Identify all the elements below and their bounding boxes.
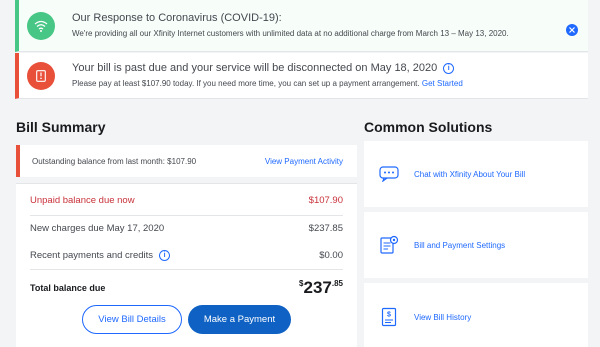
bill-summary-card: Unpaid balance due now $107.90 New charg… bbox=[16, 183, 357, 347]
payments-credits-value: $0.00 bbox=[319, 250, 343, 261]
chat-icon bbox=[379, 164, 399, 184]
svg-text:$: $ bbox=[387, 312, 391, 319]
total-balance-label: Total balance due bbox=[30, 283, 106, 293]
solution-label-chat: Chat with Xfinity About Your Bill bbox=[414, 169, 526, 179]
bill-settings-icon bbox=[379, 235, 399, 255]
past-due-alert-body: Please pay at least $107.90 today. If yo… bbox=[72, 79, 420, 88]
solution-card-bill-settings[interactable]: Bill and Payment Settings bbox=[364, 212, 588, 278]
solution-card-bill-history[interactable]: $ View Bill History bbox=[364, 283, 588, 347]
get-started-link[interactable]: Get Started bbox=[422, 79, 463, 88]
past-due-alert: Your bill is past due and your service w… bbox=[15, 53, 588, 99]
summary-row-total: Total balance due $237.85 bbox=[30, 278, 343, 298]
info-icon[interactable]: i bbox=[159, 250, 171, 261]
bill-summary-heading: Bill Summary bbox=[16, 119, 106, 135]
info-icon[interactable]: i bbox=[443, 62, 455, 74]
bill-history-icon: $ bbox=[379, 307, 399, 327]
solution-card-chat[interactable]: Chat with Xfinity About Your Bill bbox=[364, 141, 588, 207]
solution-label-bill-settings: Bill and Payment Settings bbox=[414, 240, 506, 250]
summary-row-payments: Recent payments and credits i $0.00 bbox=[30, 250, 343, 261]
divider bbox=[30, 215, 343, 216]
summary-row-new-charges: New charges due May 17, 2020 $237.85 bbox=[30, 223, 343, 234]
close-icon[interactable] bbox=[566, 24, 578, 36]
covid-alert: Our Response to Coronavirus (COVID-19): … bbox=[15, 0, 588, 52]
solution-label-bill-history: View Bill History bbox=[414, 312, 472, 322]
new-charges-value: $237.85 bbox=[308, 223, 343, 234]
outstanding-balance-banner: Outstanding balance from last month: $10… bbox=[16, 145, 357, 177]
unpaid-balance-label: Unpaid balance due now bbox=[30, 195, 135, 206]
divider bbox=[30, 269, 343, 270]
new-charges-label: New charges due May 17, 2020 bbox=[30, 223, 165, 234]
common-solutions-heading: Common Solutions bbox=[364, 119, 493, 135]
total-balance-amount: $237.85 bbox=[299, 278, 343, 297]
unpaid-balance-value: $107.90 bbox=[308, 195, 343, 206]
covid-alert-body: We're providing all our Xfinity Internet… bbox=[72, 29, 509, 38]
make-payment-button[interactable]: Make a Payment bbox=[188, 305, 291, 334]
outstanding-balance-label: Outstanding balance from last month: $10… bbox=[32, 156, 197, 166]
bill-alert-icon bbox=[27, 61, 55, 90]
view-bill-details-button[interactable]: View Bill Details bbox=[82, 305, 182, 334]
covid-alert-title: Our Response to Coronavirus (COVID-19): bbox=[72, 12, 282, 24]
wifi-icon bbox=[27, 11, 55, 40]
past-due-alert-title: Your bill is past due and your service w… bbox=[72, 62, 438, 74]
summary-row-unpaid: Unpaid balance due now $107.90 bbox=[30, 195, 343, 206]
view-payment-activity-link[interactable]: View Payment Activity bbox=[265, 157, 343, 166]
payments-credits-label: Recent payments and credits bbox=[30, 250, 154, 262]
